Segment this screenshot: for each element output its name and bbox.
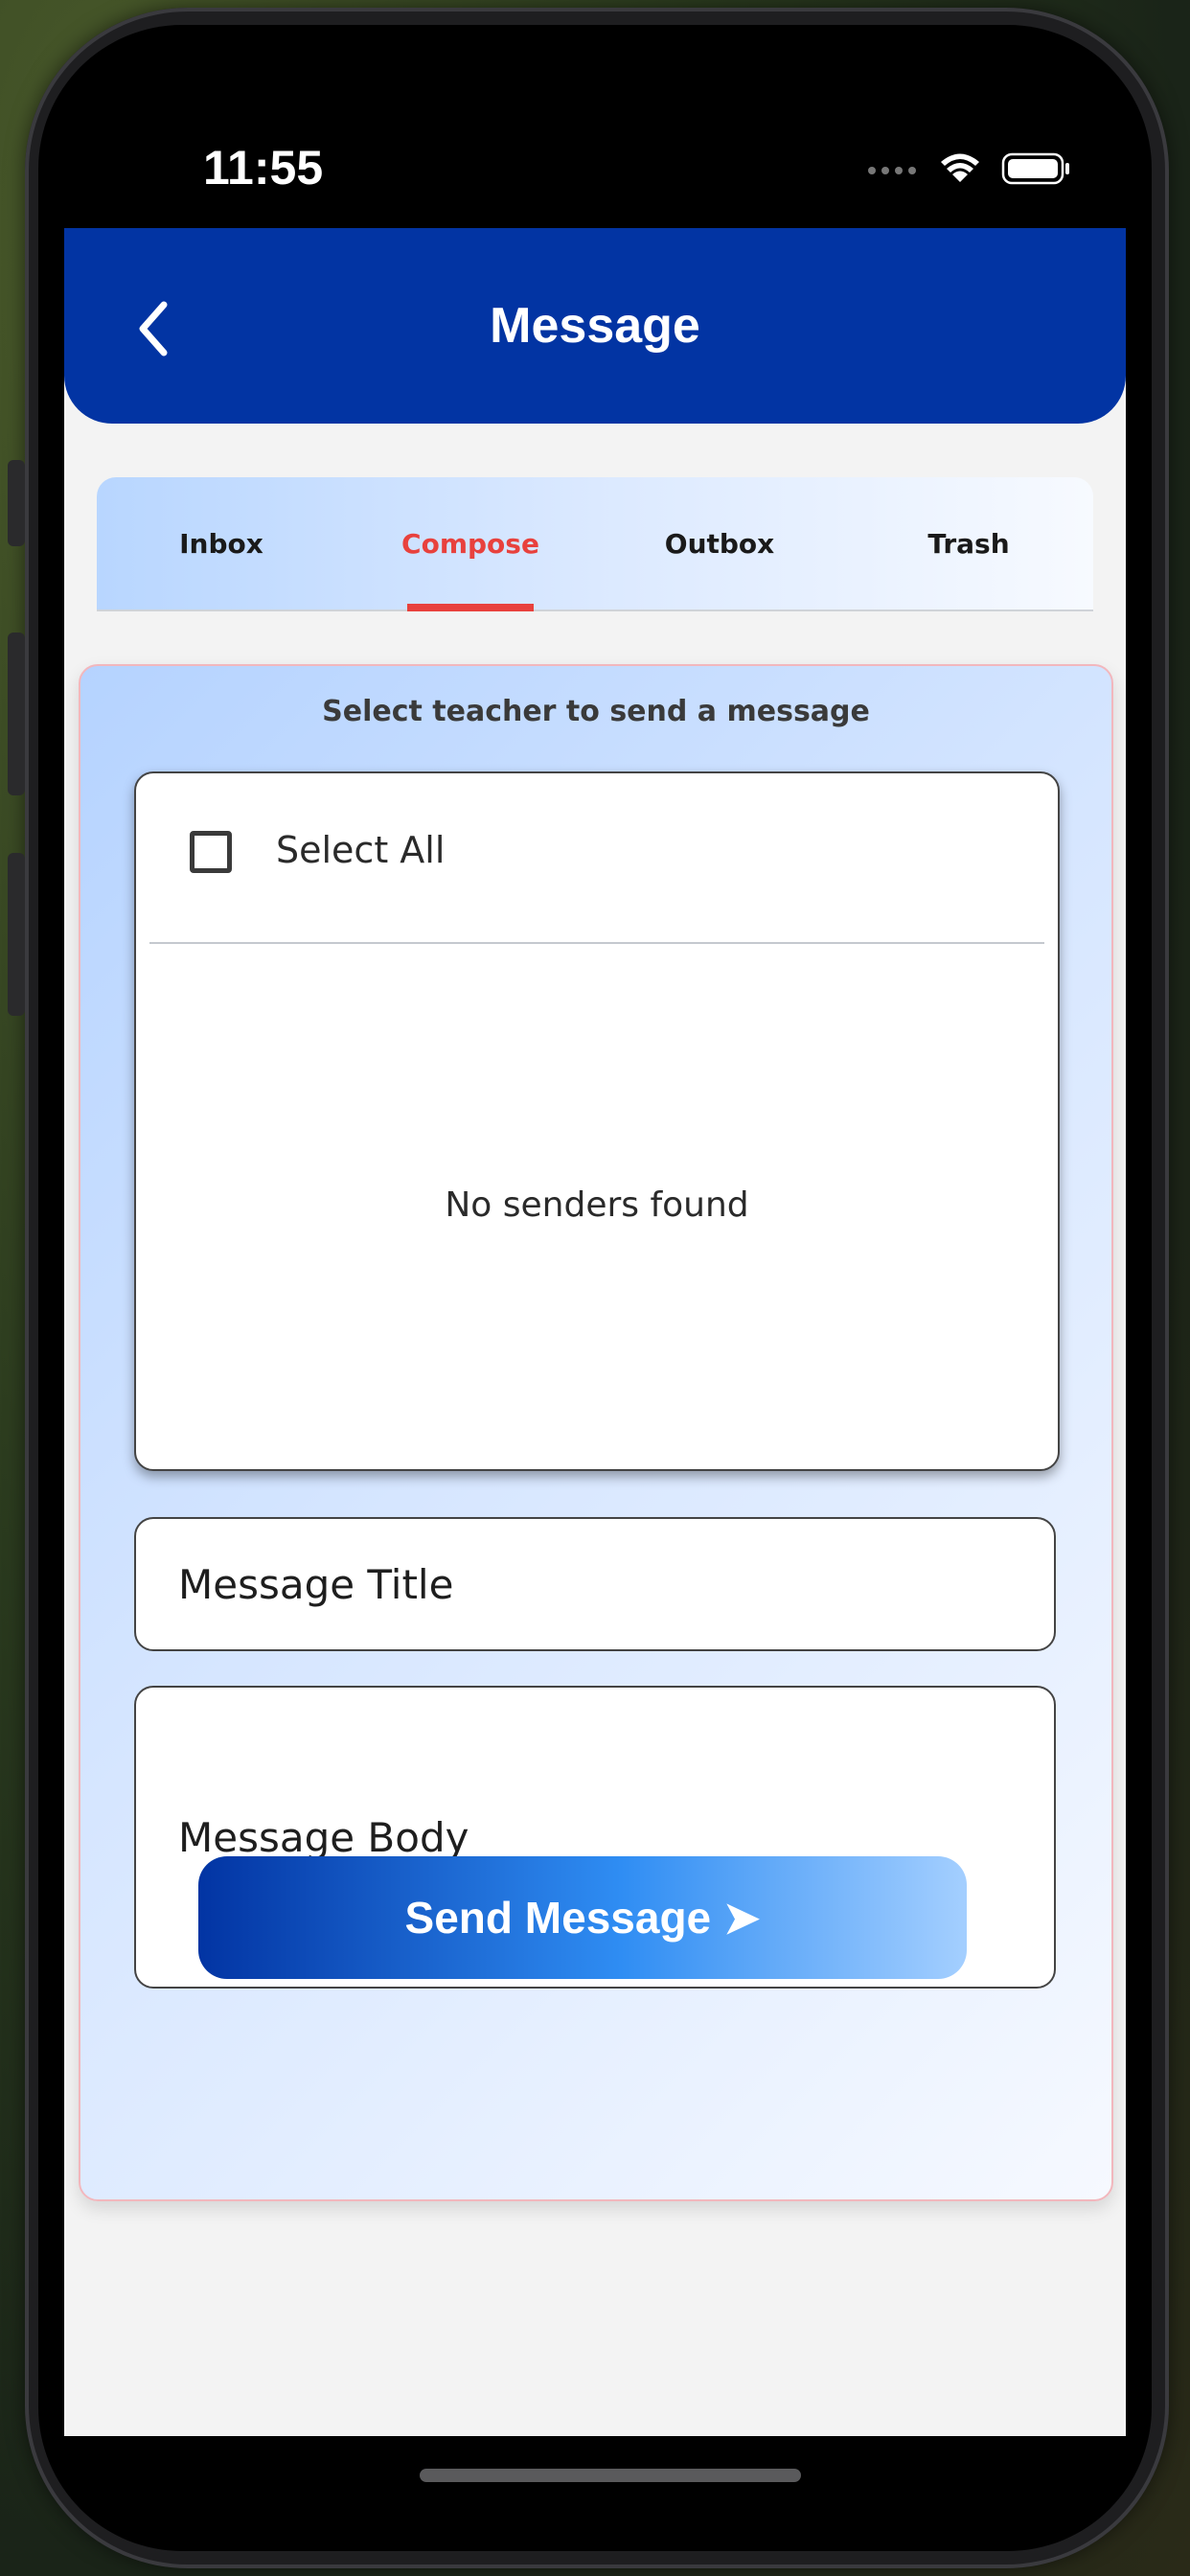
status-icons	[868, 152, 1069, 185]
cellular-dots-icon	[868, 167, 916, 174]
divider	[149, 942, 1044, 944]
home-indicator[interactable]	[420, 2469, 801, 2482]
tab-trash[interactable]: Trash	[844, 477, 1093, 610]
device-screen: 11:55 Message Inbox Compose Outbox Trash	[38, 25, 1152, 2551]
wifi-icon	[941, 153, 979, 182]
status-time: 11:55	[203, 141, 324, 195]
side-button	[8, 632, 25, 795]
chevron-left-icon	[139, 301, 168, 356]
message-title-input[interactable]: Message Title	[134, 1517, 1056, 1651]
page-title: Message	[490, 298, 700, 354]
battery-icon	[1001, 152, 1069, 185]
select-all-label: Select All	[276, 829, 446, 871]
message-tabs: Inbox Compose Outbox Trash	[97, 477, 1093, 611]
compose-heading: Select teacher to send a message	[322, 695, 870, 728]
tab-compose[interactable]: Compose	[346, 477, 595, 611]
side-button	[8, 853, 25, 1016]
empty-state-message: No senders found	[445, 1185, 749, 1225]
send-message-button[interactable]: Send Message ➤	[198, 1856, 967, 1979]
tab-inbox[interactable]: Inbox	[97, 477, 346, 610]
active-tab-indicator	[407, 604, 534, 611]
select-all-row[interactable]: Select All	[136, 773, 1058, 942]
recipient-list: Select All No senders found	[134, 771, 1060, 1471]
back-button[interactable]	[122, 295, 189, 362]
select-all-checkbox[interactable]	[190, 831, 232, 873]
app-header: Message	[64, 228, 1126, 424]
app-content: Message Inbox Compose Outbox Trash Selec…	[64, 228, 1126, 2436]
side-button	[8, 460, 25, 546]
tab-outbox[interactable]: Outbox	[595, 477, 844, 610]
